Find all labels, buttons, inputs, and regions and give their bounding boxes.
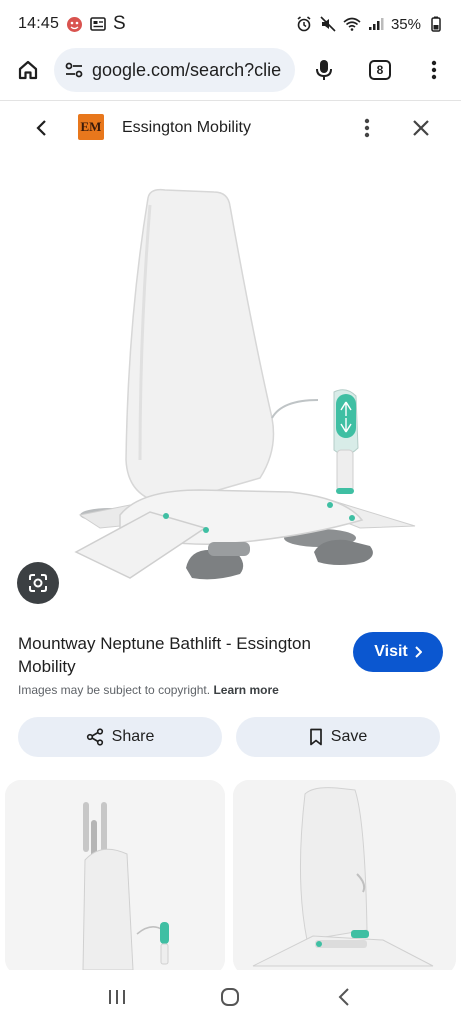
status-bar: 14:45 S 35% [0, 0, 461, 48]
site-logo: EM [78, 114, 104, 140]
back-arrow-icon [338, 988, 349, 1006]
bathlift-illustration [74, 188, 416, 580]
bathlift-side-illustration [233, 780, 456, 975]
voice-search-button[interactable] [304, 50, 344, 90]
site-name[interactable]: Essington Mobility [122, 119, 251, 137]
more-options-button[interactable] [352, 111, 382, 145]
chevron-left-icon [36, 120, 46, 136]
tab-count: 8 [369, 60, 391, 80]
learn-more-link[interactable]: Learn more [213, 683, 278, 697]
bathlift-folded-illustration [5, 780, 225, 975]
result-header: EM Essington Mobility [0, 108, 461, 150]
mute-icon [319, 15, 337, 33]
system-navigation-bar [0, 970, 461, 1024]
save-button[interactable]: Save [236, 717, 440, 757]
visit-button[interactable]: Visit [353, 632, 443, 672]
save-label: Save [330, 728, 368, 745]
back-nav-button[interactable] [322, 975, 366, 1019]
close-icon [413, 120, 429, 136]
site-settings-icon[interactable] [64, 60, 84, 80]
bookmark-icon [309, 728, 322, 746]
share-label: Share [111, 728, 155, 745]
recents-icon [108, 990, 125, 1004]
alarm-icon [295, 15, 313, 33]
result-title[interactable]: Mountway Neptune Bathlift - Essington Mo… [18, 632, 318, 678]
more-vert-icon [431, 60, 437, 80]
status-time: 14:45 [18, 15, 60, 32]
lens-search-button[interactable] [17, 562, 59, 604]
status-left: 14:45 S [18, 13, 126, 35]
related-image-1[interactable] [5, 780, 225, 975]
home-icon [18, 60, 38, 80]
toolbar-divider [0, 100, 461, 101]
chevron-right-icon [415, 646, 422, 658]
signal-icon [367, 15, 385, 33]
visit-label: Visit [374, 643, 408, 660]
home-circle-icon [221, 988, 240, 1006]
recents-button[interactable] [95, 975, 139, 1019]
close-button[interactable] [404, 111, 438, 145]
wifi-icon [343, 15, 361, 33]
home-button[interactable] [8, 50, 48, 90]
status-right: 35% [295, 15, 445, 33]
microphone-icon [316, 60, 332, 80]
share-button[interactable]: Share [18, 717, 222, 757]
url-text[interactable]: google.com/search?clie [92, 60, 281, 81]
carrier-letter: S [113, 13, 126, 34]
address-bar[interactable]: google.com/search?clie [54, 48, 295, 92]
battery-icon [427, 15, 445, 33]
copyright-text: Images may be subject to copyright. [18, 683, 211, 697]
home-nav-button[interactable] [208, 975, 252, 1019]
app-notification-icon [65, 15, 83, 33]
browser-toolbar: google.com/search?clie 8 [0, 48, 461, 100]
share-icon [86, 728, 103, 746]
tab-switcher-button[interactable]: 8 [360, 50, 400, 90]
product-image[interactable] [0, 160, 461, 620]
copyright-notice: Images may be subject to copyright. Lear… [18, 683, 279, 697]
battery-percent: 35% [390, 15, 421, 33]
browser-menu-button[interactable] [414, 50, 454, 90]
lens-icon [29, 574, 47, 592]
related-image-2[interactable] [233, 780, 456, 975]
back-button[interactable] [24, 111, 58, 145]
more-vert-icon [364, 118, 370, 138]
news-icon [89, 15, 107, 33]
